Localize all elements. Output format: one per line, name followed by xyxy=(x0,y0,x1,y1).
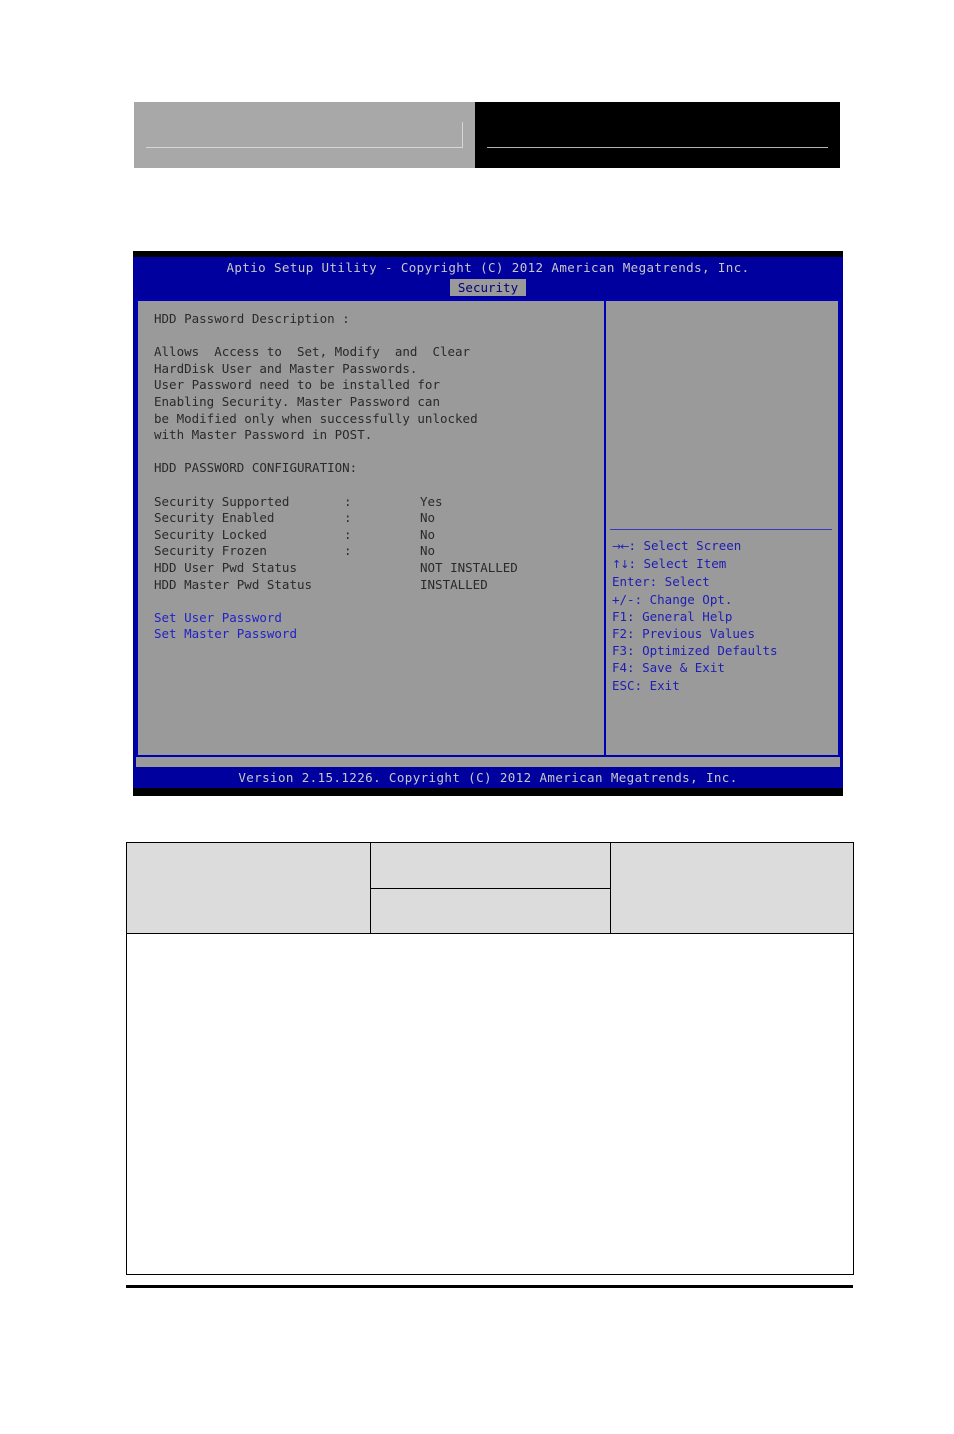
help-item-optimized-defaults: F3: Optimized Defaults xyxy=(612,643,778,659)
table-header-cell-2b xyxy=(370,887,611,934)
tab-security[interactable]: Security xyxy=(449,279,527,296)
menu-item-set-user-password[interactable]: Set User Password xyxy=(154,610,604,627)
header-left-vertical-rule xyxy=(462,122,463,148)
table-header-cell-3 xyxy=(610,842,854,934)
config-label-security-frozen: Security Frozen xyxy=(154,543,267,559)
help-panel-divider xyxy=(610,529,832,530)
description-line-4: Enabling Security. Master Password can xyxy=(154,393,440,409)
table-body-row xyxy=(126,933,854,1275)
help-item-save-and-exit: F4: Save & Exit xyxy=(612,660,725,676)
bios-main-panel: HDD Password Description : Allows Access… xyxy=(138,301,606,755)
config-colon-hdd-user-pwd-status xyxy=(344,560,420,577)
help-key-legend: →←: Select Screen ↑↓: Select Item Enter:… xyxy=(612,537,834,694)
left-right-arrow-icon: →← xyxy=(612,540,629,553)
config-value-security-enabled: No xyxy=(420,510,436,526)
header-logo-box-right xyxy=(475,102,840,168)
config-colon-security-frozen: : xyxy=(344,543,352,559)
table-header-cell-1 xyxy=(126,842,371,934)
config-colon-security-supported: : xyxy=(344,493,352,509)
header-logo-box-left xyxy=(134,102,475,168)
help-item-enter-select: Enter: Select xyxy=(612,574,710,590)
config-value-hdd-master-pwd-status: INSTALLED xyxy=(420,576,488,592)
table-row: HDD Master Pwd Status INSTALLED xyxy=(154,577,518,594)
up-down-arrow-icon: ↑↓ xyxy=(612,558,629,572)
help-item-select-screen-label: : Select Screen xyxy=(628,538,742,553)
bios-title-bar: Aptio Setup Utility - Copyright (C) 2012… xyxy=(133,257,843,278)
bios-foot-strip xyxy=(136,757,840,767)
page-header-banner xyxy=(134,102,840,168)
config-colon-security-locked: : xyxy=(344,526,352,542)
config-value-security-frozen: No xyxy=(420,543,436,559)
help-item-select-item-label: : Select Item xyxy=(628,556,727,572)
bottom-content-table xyxy=(126,842,854,1275)
config-label-security-locked: Security Locked xyxy=(154,526,267,542)
bios-help-panel: →←: Select Screen ↑↓: Select Item Enter:… xyxy=(606,301,838,755)
help-item-select-screen: →←: Select Screen xyxy=(612,537,834,555)
table-row: HDD User Pwd Status NOT INSTALLED xyxy=(154,560,518,577)
header-left-underline xyxy=(146,147,463,148)
table-row: Security Locked : No xyxy=(154,527,518,544)
config-label-security-supported: Security Supported xyxy=(154,493,290,509)
bios-tab-bar: Security xyxy=(133,278,843,296)
help-item-select-item: ↑↓: Select Item xyxy=(612,555,834,573)
help-item-change-opt: +/-: Change Opt. xyxy=(612,591,733,607)
description-line-6: with Master Password in POST. xyxy=(154,427,373,443)
description-line-5: be Modified only when successfully unloc… xyxy=(154,410,478,426)
help-item-previous-values: F2: Previous Values xyxy=(612,626,755,642)
config-value-hdd-user-pwd-status: NOT INSTALLED xyxy=(420,559,518,575)
hdd-password-configuration-table: Security Supported : Yes Security Enable… xyxy=(154,494,518,594)
config-label-hdd-user-pwd-status: HDD User Pwd Status xyxy=(154,559,297,575)
page-bottom-rule xyxy=(126,1285,853,1288)
table-row: Security Supported : Yes xyxy=(154,494,518,511)
config-label-security-enabled: Security Enabled xyxy=(154,510,275,526)
table-header-row xyxy=(126,842,854,934)
config-label-hdd-master-pwd-status: HDD Master Pwd Status xyxy=(154,576,313,592)
menu-item-set-master-password[interactable]: Set Master Password xyxy=(154,626,604,643)
config-colon-hdd-master-pwd-status xyxy=(344,577,420,594)
table-row: Security Frozen : No xyxy=(154,543,518,560)
hdd-password-configuration-heading: HDD PASSWORD CONFIGURATION: xyxy=(154,460,358,476)
bios-setup-screen: Aptio Setup Utility - Copyright (C) 2012… xyxy=(133,251,843,796)
config-value-security-locked: No xyxy=(420,526,436,542)
config-colon-security-enabled: : xyxy=(344,510,352,526)
table-body-cell xyxy=(126,933,854,1275)
help-item-exit: ESC: Exit xyxy=(612,677,680,693)
description-line-1: Allows Access to Set, Modify and Clear xyxy=(154,344,471,360)
bios-bottom-strip xyxy=(133,788,843,796)
hdd-password-description-heading: HDD Password Description : xyxy=(154,311,350,326)
config-value-security-supported: Yes xyxy=(420,493,443,509)
bios-version-bar: Version 2.15.1226. Copyright (C) 2012 Am… xyxy=(133,767,843,788)
description-line-3: User Password need to be installed for xyxy=(154,377,440,393)
table-row: Security Enabled : No xyxy=(154,510,518,527)
header-right-underline xyxy=(487,147,828,148)
bios-body: HDD Password Description : Allows Access… xyxy=(136,299,840,757)
description-line-2: HardDisk User and Master Passwords. xyxy=(154,360,418,376)
table-header-cell-2 xyxy=(370,842,611,889)
help-item-general-help: F1: General Help xyxy=(612,608,733,624)
